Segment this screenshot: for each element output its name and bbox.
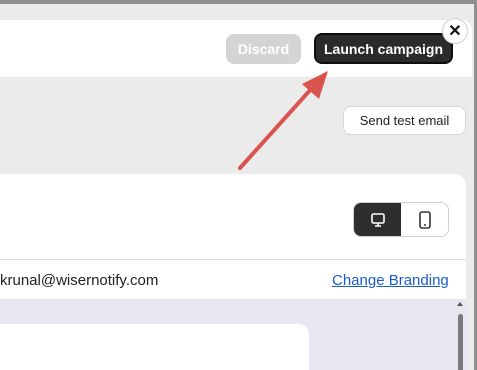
- vertical-scrollbar[interactable]: [455, 302, 466, 370]
- email-canvas: [0, 299, 466, 370]
- mobile-icon: [418, 210, 431, 229]
- close-icon: ✕: [448, 23, 462, 40]
- change-branding-link[interactable]: Change Branding: [332, 272, 449, 289]
- send-test-email-button[interactable]: Send test email: [343, 106, 466, 135]
- discard-button[interactable]: Discard: [226, 34, 301, 64]
- device-toggle: [353, 202, 449, 237]
- scroll-up-icon[interactable]: [457, 302, 463, 306]
- close-button[interactable]: ✕: [442, 18, 468, 44]
- window-frame-top: [0, 0, 477, 4]
- email-preview-card: krunal@wisernotify.com Change Branding: [0, 174, 466, 370]
- mobile-view-button[interactable]: [401, 203, 448, 236]
- divider: [0, 259, 466, 260]
- sender-email: krunal@wisernotify.com: [0, 272, 159, 289]
- email-body: [0, 324, 309, 370]
- launch-campaign-button[interactable]: Launch campaign: [314, 33, 453, 64]
- desktop-icon: [370, 212, 385, 227]
- desktop-view-button[interactable]: [354, 203, 401, 236]
- scroll-thumb[interactable]: [458, 314, 463, 370]
